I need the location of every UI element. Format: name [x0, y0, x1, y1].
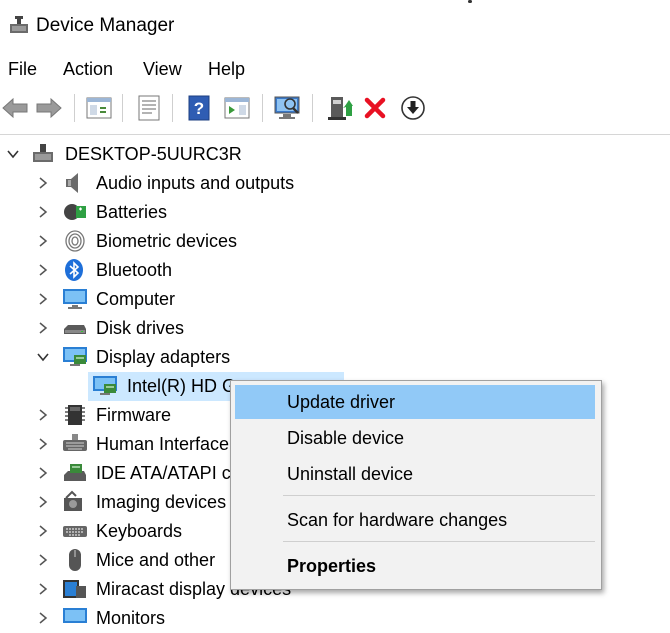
properties-icon[interactable]: [134, 93, 164, 123]
chevron-right-icon[interactable]: [36, 234, 50, 248]
toolbar-separator: [74, 94, 75, 122]
tree-item-monitors[interactable]: Monitors: [0, 604, 670, 633]
chevron-down-icon[interactable]: [6, 147, 20, 161]
fingerprint-icon: [65, 230, 85, 252]
action-pane-icon[interactable]: [222, 93, 252, 123]
speaker-icon: [66, 173, 78, 193]
tree-item-label: Mice and other: [96, 550, 216, 570]
tree-item-label: Computer: [96, 289, 176, 309]
tree-item-label: Firmware: [96, 405, 171, 425]
mouse-icon: [69, 549, 81, 571]
chevron-right-icon[interactable]: [36, 437, 50, 451]
tree-root-label: DESKTOP-5UURC3R: [65, 144, 242, 164]
tree-item-biometric[interactable]: Biometric devices: [0, 227, 670, 256]
toolbar-separator: [172, 94, 173, 122]
chevron-right-icon[interactable]: [36, 611, 50, 625]
menu-bar: File Action View Help: [0, 55, 670, 85]
disk-drive-icon: [64, 325, 86, 334]
display-adapter-icon: [93, 376, 117, 395]
tree-item-batteries[interactable]: Batteries: [0, 198, 670, 227]
title-bar: Device Manager: [0, 0, 670, 52]
chevron-right-icon[interactable]: [36, 495, 50, 509]
toolbar: ?: [0, 88, 670, 128]
tree-item-label: IDE ATA/ATAPI co: [96, 463, 241, 483]
keyboard-icon: [63, 526, 87, 537]
toolbar-separator: [312, 94, 313, 122]
bluetooth-icon: [65, 259, 83, 281]
tree-item-label: Disk drives: [96, 318, 185, 338]
context-menu-scan-hardware[interactable]: Scan for hardware changes: [235, 503, 595, 537]
menu-help[interactable]: Help: [208, 59, 245, 80]
uninstall-device-icon[interactable]: [360, 93, 390, 123]
toolbar-separator: [262, 94, 263, 122]
context-menu-label: Disable device: [287, 428, 405, 448]
computer-root-icon: [33, 144, 53, 162]
display-adapter-icon: [63, 347, 87, 366]
chevron-right-icon[interactable]: [36, 524, 50, 538]
chevron-right-icon[interactable]: [36, 205, 50, 219]
toolbar-divider: [0, 134, 670, 135]
chevron-right-icon[interactable]: [36, 321, 50, 335]
chevron-right-icon[interactable]: [36, 176, 50, 190]
update-driver-icon[interactable]: [324, 93, 354, 123]
tree-item-bluetooth[interactable]: Bluetooth: [0, 256, 670, 285]
tree-item-audio[interactable]: Audio inputs and outputs: [0, 169, 670, 198]
menu-view[interactable]: View: [143, 59, 182, 80]
miracast-icon: [63, 580, 86, 598]
context-menu-separator: [283, 541, 595, 542]
tree-item-label: Batteries: [96, 202, 168, 222]
tree-item-computer[interactable]: Computer: [0, 285, 670, 314]
ide-controller-icon: [64, 464, 86, 481]
download-icon[interactable]: [398, 93, 428, 123]
tree-item-label: Human Interface: [96, 434, 230, 454]
context-menu-uninstall-device[interactable]: Uninstall device: [235, 457, 595, 491]
tree-item-label: Display adapters: [96, 347, 231, 367]
context-menu-label: Uninstall device: [287, 464, 414, 484]
chevron-right-icon[interactable]: [36, 466, 50, 480]
tree-item-label: Monitors: [96, 608, 166, 628]
tree-root[interactable]: DESKTOP-5UURC3R: [0, 140, 670, 169]
tree-item-disk-drives[interactable]: Disk drives: [0, 314, 670, 343]
device-manager-icon: [10, 16, 28, 33]
chevron-right-icon[interactable]: [36, 263, 50, 277]
computer-icon: [63, 289, 87, 309]
camera-icon: [64, 490, 82, 511]
window-title: Device Manager: [36, 15, 175, 36]
help-icon[interactable]: ?: [184, 93, 214, 123]
context-menu-disable-device[interactable]: Disable device: [235, 421, 595, 455]
chevron-right-icon[interactable]: [36, 292, 50, 306]
scan-hardware-changes-icon[interactable]: [272, 93, 302, 123]
menu-file[interactable]: File: [8, 59, 37, 80]
chevron-right-icon[interactable]: [36, 582, 50, 596]
chevron-right-icon[interactable]: [36, 553, 50, 567]
hid-icon: [63, 434, 87, 451]
toolbar-separator: [122, 94, 123, 122]
svg-text:?: ?: [194, 99, 204, 118]
tree-item-label: Imaging devices: [96, 492, 227, 512]
chevron-down-icon[interactable]: [36, 350, 50, 364]
context-menu-properties[interactable]: Properties: [235, 549, 595, 583]
back-arrow-icon[interactable]: [0, 93, 30, 123]
window-edge-mark: [468, 0, 472, 3]
context-menu-label: Properties: [287, 556, 377, 576]
tree-item-label: Keyboards: [96, 521, 183, 541]
context-menu-label: Scan for hardware changes: [287, 510, 508, 530]
context-menu-label: Update driver: [287, 392, 396, 412]
tree-item-label: Bluetooth: [96, 260, 173, 280]
forward-arrow-icon[interactable]: [34, 93, 64, 123]
monitor-icon: [63, 608, 87, 623]
tree-item-label: Biometric devices: [96, 231, 238, 251]
context-menu-update-driver[interactable]: Update driver: [235, 385, 595, 419]
menu-action[interactable]: Action: [63, 59, 113, 80]
tree-item-label: Intel(R) HD G: [127, 376, 237, 396]
context-menu-separator: [283, 495, 595, 496]
chevron-right-icon[interactable]: [36, 408, 50, 422]
battery-icon: [64, 204, 86, 220]
show-hide-console-tree-icon[interactable]: [84, 93, 114, 123]
tree-item-label: Audio inputs and outputs: [96, 173, 295, 193]
firmware-icon: [65, 405, 85, 425]
tree-item-display-adapters[interactable]: Display adapters: [0, 343, 670, 372]
context-menu: Update driver Disable device Uninstall d…: [230, 380, 602, 590]
